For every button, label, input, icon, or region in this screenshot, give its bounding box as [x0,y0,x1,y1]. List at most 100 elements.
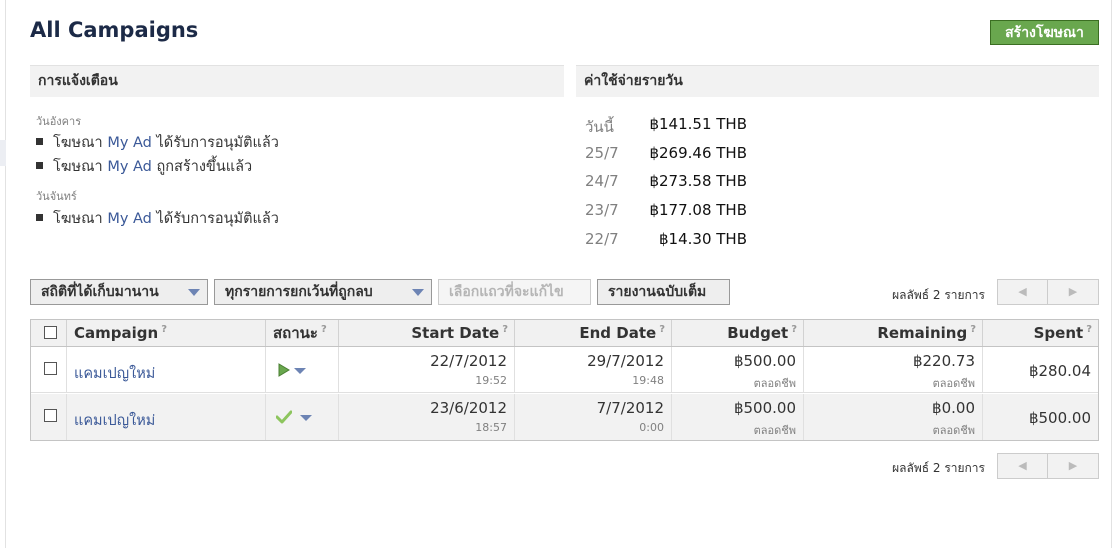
start-date-cell: 23/6/2012 18:57 [339,394,515,440]
end-date-cell: 7/7/2012 0:00 [515,394,672,440]
help-icon[interactable]: ? [502,324,508,335]
campaign-name-link[interactable]: แคมเปญใหม่ [74,409,155,432]
sidebar-selected-marker [0,140,6,166]
notification-day-label: วันจันทร์ [36,190,77,203]
campaign-name-link[interactable]: แคมเปญใหม่ [74,362,155,385]
remaining-type: ตลอดชีพ [932,424,975,437]
column-label: Spent [1033,324,1084,342]
column-header-remaining[interactable]: Remaining? [804,320,983,346]
budget-cell[interactable]: ฿500.00 ตลอดชีพ [672,347,804,393]
pagination-top: ◀ ▶ [997,279,1099,305]
budget-type: ตลอดชีพ [753,377,796,390]
start-time: 18:57 [475,421,507,434]
start-date: 23/6/2012 [430,399,507,417]
table-row: แคมเปญใหม่ 22/7/2012 19:52 29/7/2012 19:… [31,347,1098,393]
remaining-type: ตลอดชีพ [932,377,975,390]
status-cell[interactable] [266,347,339,393]
notification-item: โฆษณา My Ad ได้รับการอนุมัติแล้ว [36,207,279,230]
start-date-cell: 22/7/2012 19:52 [339,347,515,393]
edit-selected-rows-button[interactable]: เลือกแถวที่จะแก้ไข [438,279,591,305]
right-edge [1111,0,1115,548]
play-icon [278,363,290,377]
ad-link[interactable]: My Ad [107,211,152,227]
campaigns-table: Campaign? สถานะ? Start Date? End Date? B… [30,319,1099,441]
bullet-icon [36,161,43,169]
spend-amount: ฿273.58 THB [649,172,747,190]
status-cell[interactable] [266,394,339,440]
spent-cell: ฿280.04 [983,347,1098,393]
spend-amount: ฿14.30 THB [659,230,747,248]
column-label: สถานะ [273,324,318,342]
help-icon[interactable]: ? [321,324,327,335]
start-date: 22/7/2012 [430,352,507,370]
column-label: Campaign [74,324,159,342]
notification-day-label: วันอังคาร [36,115,82,128]
spend-amount: ฿269.46 THB [649,144,747,162]
column-label: End Date [579,324,657,342]
end-date: 29/7/2012 [587,352,664,370]
notification-item: โฆษณา My Ad ถูกสร้างขึ้นแล้ว [36,155,252,178]
column-header-status[interactable]: สถานะ? [266,320,339,346]
notification-suffix: ถูกสร้างขึ้นแล้ว [156,159,253,175]
budget-amount: ฿500.00 [733,399,796,417]
column-label: Budget [727,324,789,342]
remaining-cell: ฿220.73 ตลอดชีพ [804,347,983,393]
help-icon[interactable]: ? [791,324,797,335]
notifications-header: การแจ้งเตือน [30,65,564,97]
column-header-spent[interactable]: Spent? [983,320,1098,346]
column-label: Start Date [411,324,500,342]
chevron-down-icon [412,289,424,296]
lifetime-stats-dropdown[interactable]: สถิติที่ได้เก็บมานาน [30,279,208,305]
next-page-button[interactable]: ▶ [1048,454,1098,478]
column-header-end-date[interactable]: End Date? [515,320,672,346]
spent-amount: ฿500.00 [1028,409,1091,427]
help-icon[interactable]: ? [970,324,976,335]
column-label: Remaining [877,324,968,342]
previous-page-button[interactable]: ◀ [998,454,1048,478]
help-icon[interactable]: ? [161,324,167,335]
chevron-down-icon [188,289,200,296]
spent-amount: ฿280.04 [1028,362,1091,380]
remaining-amount: ฿220.73 [912,352,975,370]
notification-prefix: โฆษณา [53,135,103,151]
check-icon [276,410,292,424]
column-header-start-date[interactable]: Start Date? [339,320,515,346]
remaining-amount: ฿0.00 [932,399,975,417]
help-icon[interactable]: ? [1086,324,1092,335]
end-time: 0:00 [639,421,664,434]
budget-type: ตลอดชีพ [753,424,796,437]
daily-spend-row: 25/7 ฿269.46 THB [585,144,747,166]
row-select-cell [31,347,67,393]
campaign-cell: แคมเปญใหม่ [67,347,266,393]
spent-cell: ฿500.00 [983,394,1098,440]
create-ad-button[interactable]: สร้างโฆษณา [990,20,1099,45]
column-header-campaign[interactable]: Campaign? [67,320,266,346]
bullet-icon [36,213,43,221]
column-header-budget[interactable]: Budget? [672,320,804,346]
ad-link[interactable]: My Ad [107,135,152,151]
daily-spend-row: 23/7 ฿177.08 THB [585,201,747,223]
budget-cell[interactable]: ฿500.00 ตลอดชีพ [672,394,804,440]
start-time: 19:52 [475,374,507,387]
select-all-checkbox[interactable] [44,326,57,339]
end-time: 19:48 [632,374,664,387]
notification-item: โฆษณา My Ad ได้รับการอนุมัติแล้ว [36,131,279,154]
status-filter-dropdown[interactable]: ทุกรายการยกเว้นที่ถูกลบ [214,279,432,305]
end-date-cell: 29/7/2012 19:48 [515,347,672,393]
help-icon[interactable]: ? [659,324,665,335]
pagination-bottom: ◀ ▶ [997,453,1099,479]
row-checkbox[interactable] [44,362,57,375]
daily-spend-row: 22/7 ฿14.30 THB [585,230,747,252]
notification-prefix: โฆษณา [53,159,103,175]
previous-page-button[interactable]: ◀ [998,280,1048,304]
remaining-cell: ฿0.00 ตลอดชีพ [804,394,983,440]
spend-amount: ฿141.51 THB [649,115,747,133]
full-report-button[interactable]: รายงานฉบับเต็ม [597,279,730,305]
row-checkbox[interactable] [44,409,57,422]
daily-spend-row: 24/7 ฿273.58 THB [585,172,747,194]
daily-spend-row: วันนี้ ฿141.51 THB [585,115,747,137]
chevron-down-icon[interactable] [300,415,312,421]
next-page-button[interactable]: ▶ [1048,280,1098,304]
ad-link[interactable]: My Ad [107,159,152,175]
chevron-down-icon[interactable] [294,368,306,374]
